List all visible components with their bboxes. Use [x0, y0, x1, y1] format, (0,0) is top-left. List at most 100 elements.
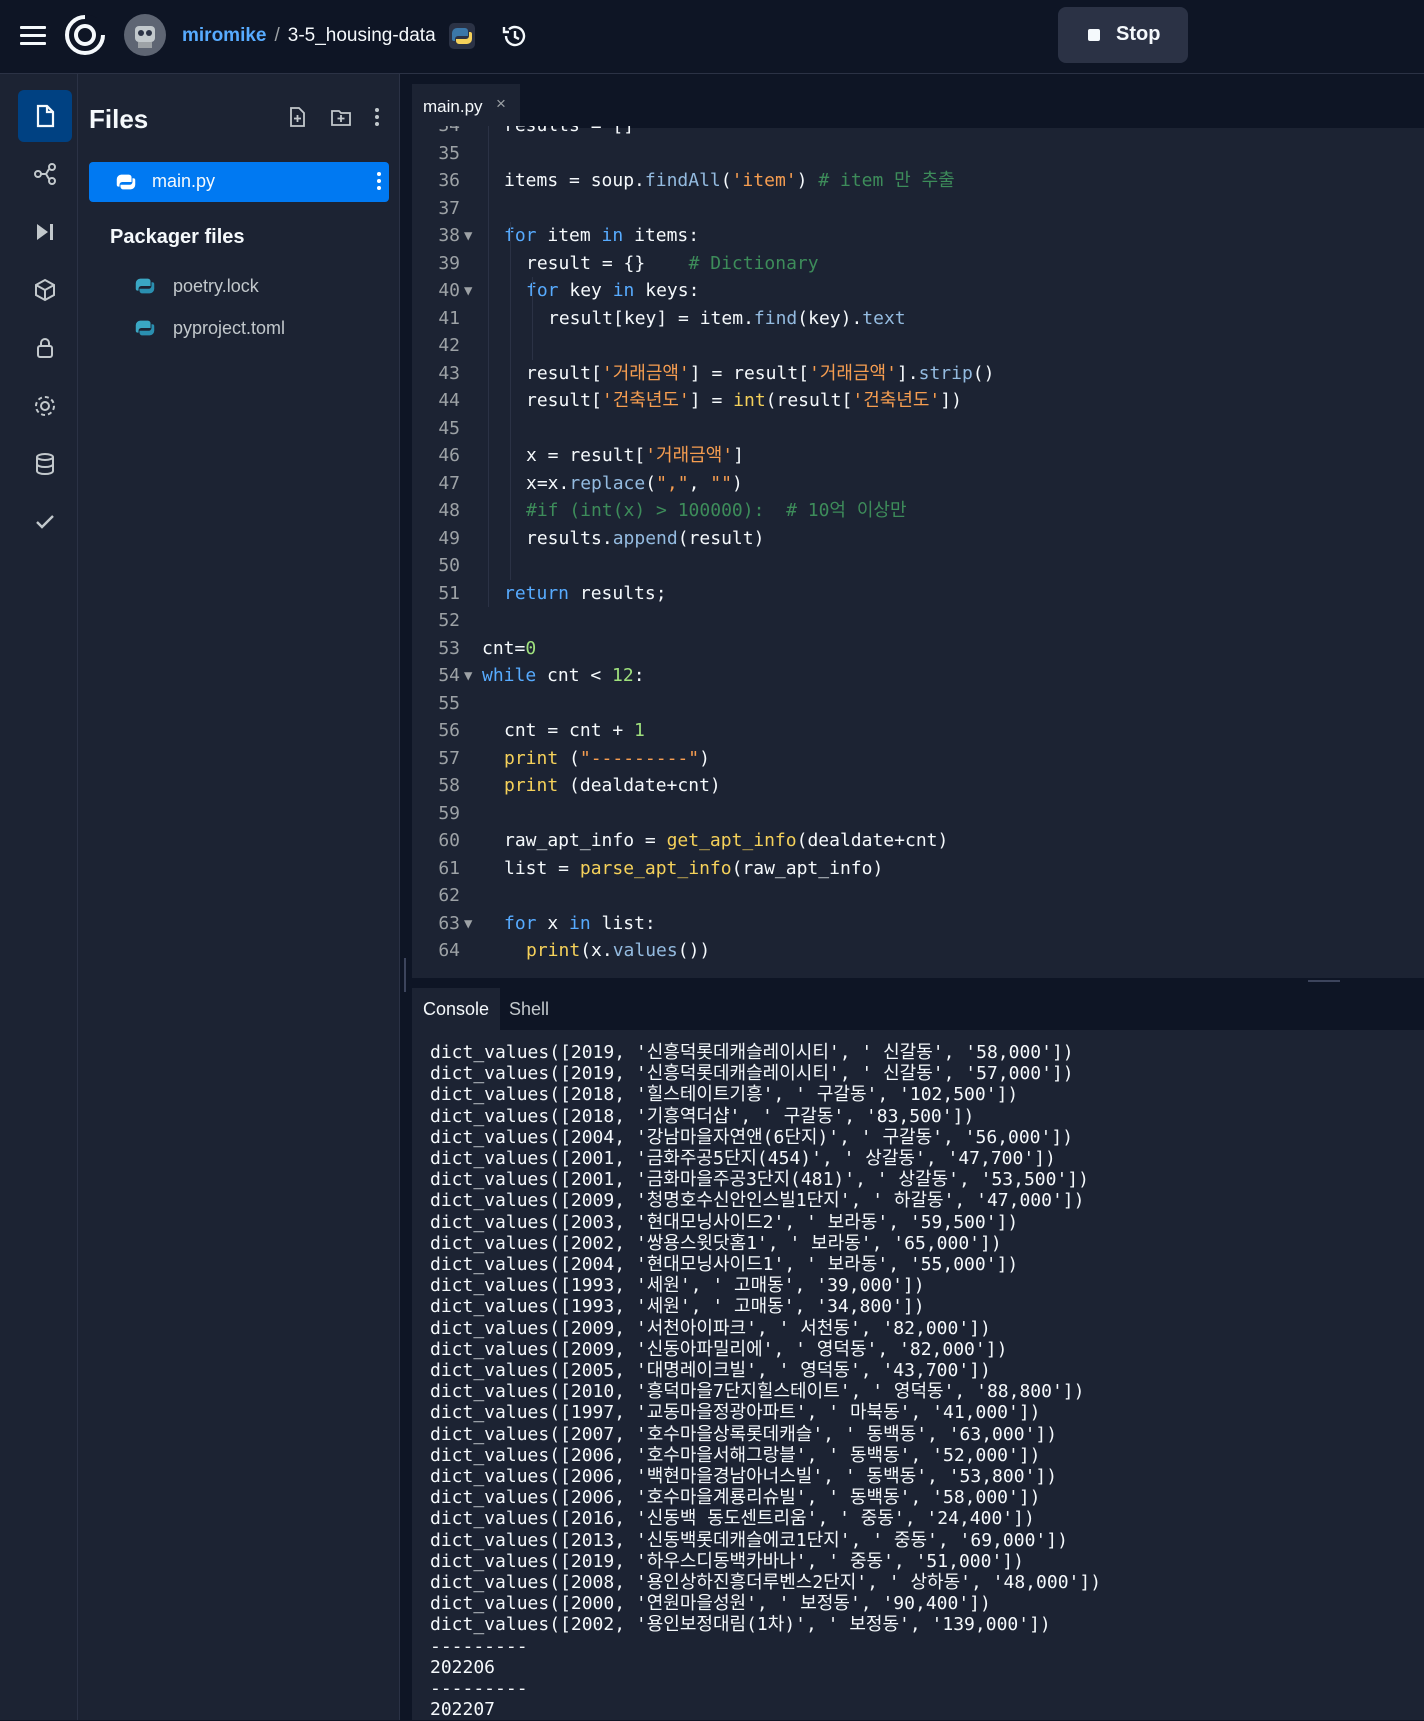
- avatar[interactable]: [124, 14, 166, 56]
- code-line[interactable]: 51 return results;: [412, 580, 1424, 608]
- code-line[interactable]: 62: [412, 882, 1424, 910]
- code-text: result[key] = item.find(key).text: [548, 307, 906, 329]
- code-line[interactable]: 56 cnt = cnt + 1: [412, 717, 1424, 745]
- code-line[interactable]: 52: [412, 607, 1424, 635]
- file-item-main-py[interactable]: main.py: [89, 162, 389, 202]
- code-line[interactable]: 64 print(x.values()): [412, 937, 1424, 965]
- code-text: for key in keys:: [526, 280, 700, 301]
- database-icon[interactable]: [18, 438, 72, 490]
- code-text: results = []: [504, 126, 634, 140]
- fold-arrow-icon[interactable]: ▼: [464, 910, 472, 938]
- code-line[interactable]: 54 ▼ while cnt < 12:: [412, 662, 1424, 690]
- code-text: x=x.replace(",", ""): [526, 472, 743, 494]
- code-editor: main.py × 34 results = [] 35 36 items = soup…: [412, 84, 1424, 978]
- code-line[interactable]: 34 results = []: [412, 126, 1424, 140]
- line-number: 39: [438, 252, 460, 274]
- code-line[interactable]: 58 print (dealdate+cnt): [412, 772, 1424, 800]
- code-text: #if (int(x) > 100000): # 10억 이상만: [526, 500, 907, 521]
- line-number: 57: [438, 747, 460, 769]
- line-number: 61: [438, 857, 460, 879]
- files-tool-icon[interactable]: [18, 90, 72, 142]
- code-line[interactable]: 36 items = soup.findAll('item') # item 만 …: [412, 167, 1424, 195]
- line-number: 40: [438, 280, 460, 301]
- code-line[interactable]: 57 print ("---------"): [412, 745, 1424, 773]
- code-line[interactable]: 42: [412, 332, 1424, 360]
- code-text: while cnt < 12:: [482, 665, 645, 686]
- console-output: dict_values([2019, '신흥덕롯데캐슬레이시티', ' 신갈동'…: [430, 1042, 1420, 1721]
- code-line[interactable]: 63 ▼ for x in list:: [412, 910, 1424, 938]
- history-icon[interactable]: [500, 21, 530, 51]
- git-branch-icon[interactable]: [18, 148, 72, 200]
- line-number: 55: [438, 692, 460, 714]
- settings-gear-icon[interactable]: [18, 380, 72, 432]
- line-number: 44: [438, 390, 460, 411]
- console-line: dict_values([2009, '신동아파밀리에', ' 영덕동', '8…: [430, 1338, 1008, 1360]
- code-line[interactable]: 49 results.append(result): [412, 525, 1424, 553]
- code-line[interactable]: 60 raw_apt_info = get_apt_info(dealdate+c…: [412, 827, 1424, 855]
- files-panel: Files main.py Packager files poetry.lock…: [78, 74, 400, 1720]
- code-line[interactable]: 50: [412, 552, 1424, 580]
- code-line[interactable]: 38 ▼ for item in items:: [412, 222, 1424, 250]
- code-line[interactable]: 48 #if (int(x) > 100000): # 10억 이상만: [412, 497, 1424, 525]
- code-line[interactable]: 40 ▼ for key in keys:: [412, 277, 1424, 305]
- code-text: result['거래금액'] = result['거래금액'].strip(): [526, 362, 995, 384]
- code-text: print(x.values()): [526, 940, 711, 961]
- menu-icon[interactable]: [20, 26, 46, 46]
- code-text: for x in list:: [504, 912, 656, 934]
- files-more-icon[interactable]: [366, 106, 388, 128]
- indent-guide: [510, 222, 511, 580]
- code-line[interactable]: 45: [412, 415, 1424, 443]
- code-line[interactable]: 37: [412, 195, 1424, 223]
- stop-button[interactable]: Stop: [1058, 7, 1188, 63]
- fold-arrow-icon[interactable]: ▼: [464, 277, 472, 305]
- code-text: items = soup.findAll('item') # item 만 추출: [504, 170, 955, 191]
- code-area[interactable]: 34 results = [] 35 36 items = soup.findAll('…: [412, 126, 1424, 978]
- packages-icon[interactable]: [18, 264, 72, 316]
- file-name: poetry.lock: [173, 276, 259, 296]
- code-line[interactable]: 59: [412, 800, 1424, 828]
- username-link[interactable]: miromike: [182, 25, 266, 46]
- checkmark-icon[interactable]: [18, 496, 72, 548]
- line-number: 64: [438, 940, 460, 961]
- tab-shell[interactable]: Shell: [498, 988, 560, 1030]
- file-options-icon[interactable]: [377, 172, 381, 193]
- console-line: 202206: [430, 1656, 496, 1678]
- secrets-lock-icon[interactable]: [18, 322, 72, 374]
- code-text: print ("---------"): [504, 747, 710, 769]
- breadcrumb: miromike / 3-5_housing-data: [182, 23, 436, 49]
- code-line[interactable]: 35: [412, 140, 1424, 168]
- close-tab-icon[interactable]: ×: [496, 94, 506, 114]
- new-folder-icon[interactable]: [330, 106, 352, 128]
- top-bar: miromike / 3-5_housing-data Stop: [0, 0, 1424, 74]
- breadcrumb-separator: /: [274, 25, 280, 46]
- line-number: 35: [438, 142, 460, 164]
- code-line[interactable]: 41 result[key] = item.find(key).text: [412, 305, 1424, 333]
- replit-logo[interactable]: [64, 14, 106, 56]
- console-line: dict_values([2004, '강남마을자연앤(6단지)', ' 구갈동…: [430, 1126, 1074, 1148]
- code-line[interactable]: 61 list = parse_apt_info(raw_apt_info): [412, 855, 1424, 883]
- console-resize-handle[interactable]: [1308, 980, 1340, 982]
- console-line: dict_values([2001, '금화주공5단지(454)', ' 상갈동…: [430, 1148, 1056, 1170]
- panel-resize-handle[interactable]: [404, 958, 406, 992]
- tab-console[interactable]: Console: [412, 988, 501, 1030]
- new-file-icon[interactable]: [286, 106, 308, 128]
- console-line: ---------: [430, 1678, 528, 1700]
- code-line[interactable]: 43 result['거래금액'] = result['거래금액'].strip(…: [412, 360, 1424, 388]
- code-line[interactable]: 55: [412, 690, 1424, 718]
- python-file-icon: [135, 320, 155, 336]
- fold-arrow-icon[interactable]: ▼: [464, 662, 472, 690]
- console-tab-bar: Console Shell: [412, 988, 1424, 1030]
- line-number: 36: [438, 170, 460, 191]
- debugger-icon[interactable]: [18, 206, 72, 258]
- tab-main-py[interactable]: main.py ×: [412, 84, 520, 128]
- repl-name[interactable]: 3-5_housing-data: [288, 25, 436, 46]
- console-line: dict_values([2006, '호수마을계룡리슈빌', ' 동백동', …: [430, 1487, 1041, 1509]
- code-line[interactable]: 47 x=x.replace(",", ""): [412, 470, 1424, 498]
- code-line[interactable]: 39 result = {} # Dictionary: [412, 250, 1424, 278]
- console-line: dict_values([1997, '교동마을정광아파트', ' 마북동', …: [430, 1402, 1041, 1424]
- code-line[interactable]: 53 cnt=0: [412, 635, 1424, 663]
- fold-arrow-icon[interactable]: ▼: [464, 222, 472, 250]
- code-line[interactable]: 44 result['건축년도'] = int(result['건축년도']): [412, 387, 1424, 415]
- console-line: dict_values([2009, '서천아이파크', ' 서천동', '82…: [430, 1317, 991, 1339]
- code-line[interactable]: 46 x = result['거래금액']: [412, 442, 1424, 470]
